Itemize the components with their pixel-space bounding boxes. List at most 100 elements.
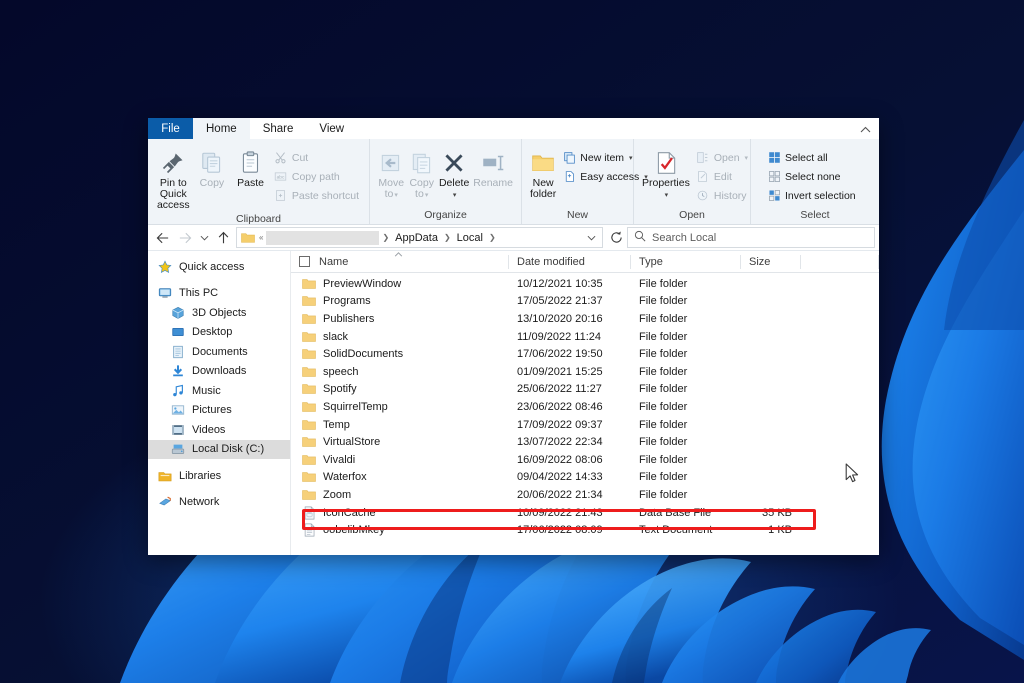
tab-view[interactable]: View [306, 118, 357, 139]
sidebar-item-network[interactable]: Network [148, 493, 290, 513]
edit-button[interactable]: Edit [692, 167, 752, 186]
select-all-checkbox[interactable] [299, 256, 310, 267]
sidebar-item-pictures[interactable]: Pictures [148, 401, 290, 421]
cut-button[interactable]: Cut [270, 148, 363, 167]
copy-to-button[interactable]: Copy to▾ [406, 144, 436, 201]
column-header-type[interactable]: Type [631, 251, 741, 273]
search-input[interactable]: Search Local [652, 232, 716, 244]
table-row[interactable]: PreviewWindow 10/12/2021 10:35 File folder [291, 275, 879, 293]
file-list-pane: Name Date modified Type Size PreviewWind… [290, 251, 879, 555]
sidebar-item-this-pc[interactable]: This PC [148, 284, 290, 304]
breadcrumb-overflow[interactable]: « [258, 233, 264, 242]
tab-view-label: View [319, 122, 345, 135]
paste-button[interactable]: Paste [231, 144, 270, 189]
chevron-up-icon[interactable] [857, 121, 873, 137]
column-header-date-modified[interactable]: Date modified [509, 251, 631, 273]
column-header-size[interactable]: Size [741, 251, 801, 273]
file-name-cell[interactable]: Publishers [291, 312, 509, 326]
file-name-cell[interactable]: Programs [291, 294, 509, 308]
sidebar-item-quick-access[interactable]: Quick access [148, 257, 290, 277]
table-row[interactable]: Vivaldi 16/09/2022 08:06 File folder [291, 451, 879, 469]
folder-icon [302, 382, 316, 396]
properties-button[interactable]: Properties ▾ [640, 144, 692, 201]
table-row[interactable]: slack 11/09/2022 11:24 File folder [291, 328, 879, 346]
refresh-button[interactable] [605, 227, 627, 249]
file-name-cell[interactable]: SquirrelTemp [291, 400, 509, 414]
rename-button[interactable]: Rename [471, 144, 515, 189]
back-button[interactable] [152, 227, 174, 249]
open-icon [696, 151, 710, 165]
table-row[interactable]: SquirrelTemp 23/06/2022 08:46 File folder [291, 398, 879, 416]
file-type-cell: Data Base File [639, 506, 712, 519]
file-name-cell[interactable]: SolidDocuments [291, 347, 509, 361]
recent-locations-button[interactable] [196, 227, 212, 249]
file-name-cell[interactable]: Zoom [291, 488, 509, 502]
table-row[interactable]: IconCache 10/09/2022 21:43 Data Base File 3… [291, 504, 879, 522]
table-row[interactable]: oobelibMkey 17/06/2022 08:09 Text Document… [291, 521, 879, 539]
breadcrumb[interactable]: « ❯ AppData ❯ Local ❯ [236, 227, 603, 248]
sidebar-item-libraries[interactable]: Libraries [148, 466, 290, 486]
folder-icon [302, 365, 316, 379]
select-all-icon [767, 151, 781, 165]
file-name-cell[interactable]: IconCache [291, 506, 509, 520]
table-row[interactable]: Spotify 25/06/2022 11:27 File folder [291, 381, 879, 399]
new-folder-button[interactable]: New folder [528, 144, 558, 200]
breadcrumb-item-appdata[interactable]: AppData [392, 232, 441, 244]
file-type-cell: File folder [639, 418, 688, 431]
file-date-cell: 25/06/2022 11:27 [517, 383, 602, 396]
pin-to-quick-access-button[interactable]: Pin to Quick access [154, 144, 193, 211]
sidebar-item-documents[interactable]: Documents [148, 342, 290, 362]
table-row[interactable]: Waterfox 09/04/2022 14:33 File folder [291, 469, 879, 487]
select-all-button[interactable]: Select all [763, 148, 860, 167]
column-header-spacer [801, 251, 879, 273]
move-to-button[interactable]: Move to▾ [376, 144, 406, 201]
up-button[interactable] [212, 227, 234, 249]
copy-path-button[interactable]: abc Copy path [270, 167, 363, 186]
sidebar-item-3d-objects[interactable]: 3D Objects [148, 303, 290, 323]
table-row[interactable]: Publishers 13/10/2020 20:16 File folder [291, 310, 879, 328]
forward-button[interactable] [174, 227, 196, 249]
tab-file[interactable]: File [148, 118, 193, 139]
paste-shortcut-button[interactable]: Paste shortcut [270, 186, 363, 205]
sort-ascending-icon [394, 251, 403, 257]
downloads-icon [170, 363, 186, 379]
tab-share[interactable]: Share [250, 118, 307, 139]
table-row[interactable]: VirtualStore 13/07/2022 22:34 File folder [291, 433, 879, 451]
delete-button[interactable]: Delete ▾ [437, 144, 471, 201]
copy-to-icon [409, 146, 435, 176]
file-date-cell: 17/09/2022 09:37 [517, 418, 603, 431]
invert-selection-label: Invert selection [785, 189, 856, 202]
file-name-cell[interactable]: slack [291, 330, 509, 344]
column-header-name[interactable]: Name [291, 251, 509, 273]
file-name-cell[interactable]: Waterfox [291, 470, 509, 484]
file-name-cell[interactable]: oobelibMkey [291, 523, 509, 537]
table-row[interactable]: Temp 17/09/2022 09:37 File folder [291, 416, 879, 434]
file-name-cell[interactable]: Vivaldi [291, 453, 509, 467]
sidebar-item-videos[interactable]: Videos [148, 420, 290, 440]
copy-button[interactable]: Copy [193, 144, 232, 189]
sidebar-item-downloads[interactable]: Downloads [148, 362, 290, 382]
table-row[interactable]: Programs 17/05/2022 21:37 File folder [291, 293, 879, 311]
new-folder-label-line2: folder [530, 188, 557, 200]
file-name-cell[interactable]: Temp [291, 418, 509, 432]
select-none-button[interactable]: Select none [763, 167, 860, 186]
table-row[interactable]: Zoom 20/06/2022 21:34 File folder [291, 486, 879, 504]
file-name-cell[interactable]: speech [291, 365, 509, 379]
breadcrumb-item-local[interactable]: Local [454, 232, 486, 244]
sidebar-item-local-disk-c[interactable]: Local Disk (C:) [148, 439, 290, 459]
file-name-cell[interactable]: Spotify [291, 382, 509, 396]
chevron-down-icon[interactable] [583, 235, 599, 241]
file-name-cell[interactable]: PreviewWindow [291, 277, 509, 291]
table-row[interactable]: speech 01/09/2021 15:25 File folder [291, 363, 879, 381]
invert-selection-button[interactable]: Invert selection [763, 186, 860, 205]
table-row[interactable]: SolidDocuments 17/06/2022 19:50 File folde… [291, 345, 879, 363]
open-button[interactable]: Open ▾ [692, 148, 752, 167]
sidebar-item-desktop[interactable]: Desktop [148, 323, 290, 343]
navigation-pane: Quick access This PC 3D Objects Desktop … [148, 251, 290, 555]
sidebar-item-music[interactable]: Music [148, 381, 290, 401]
file-name-cell[interactable]: VirtualStore [291, 435, 509, 449]
tab-home[interactable]: Home [193, 118, 250, 139]
3d-objects-icon [170, 305, 186, 321]
search-box[interactable]: Search Local [627, 227, 875, 248]
history-button[interactable]: History [692, 186, 752, 205]
